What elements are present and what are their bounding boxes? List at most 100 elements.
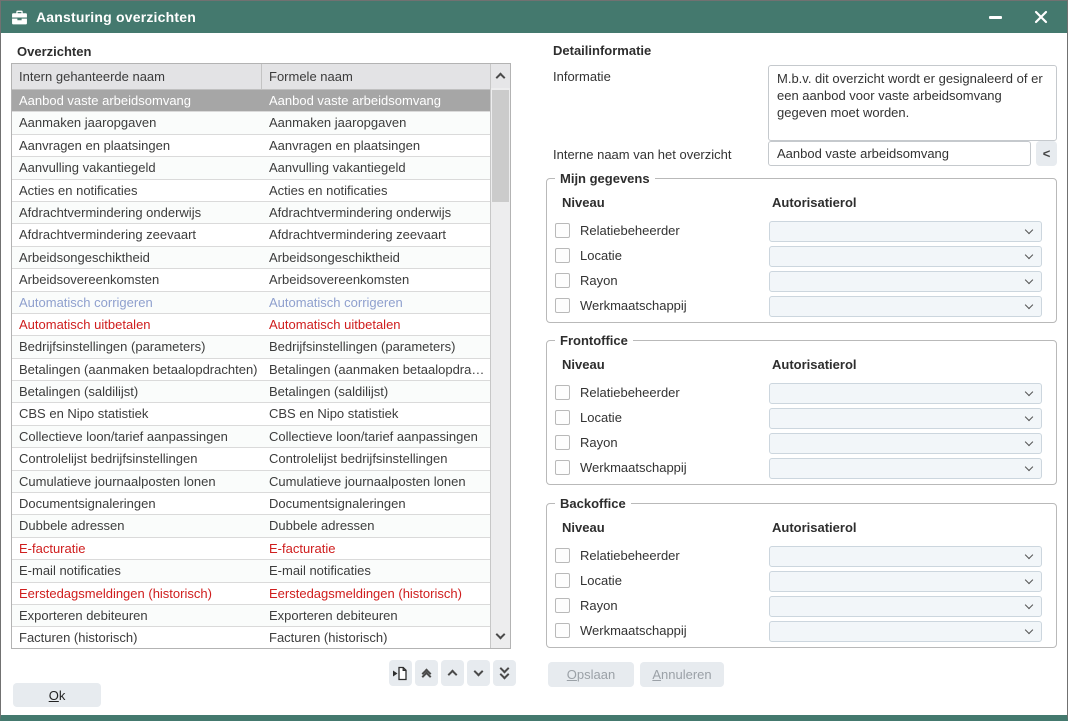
table-row[interactable]: DocumentsignaleringenDocumentsignalering… — [12, 493, 490, 515]
scrollbar-thumb[interactable] — [492, 90, 509, 202]
table-row[interactable]: ArbeidsovereenkomstenArbeidsovereenkomst… — [12, 269, 490, 291]
checkbox-rayon[interactable] — [555, 273, 570, 288]
table-row[interactable]: Controlelijst bedrijfsinstellingenContro… — [12, 448, 490, 470]
titlebar: Aansturing overzichten — [1, 1, 1067, 33]
move-bottom-button[interactable] — [493, 660, 516, 686]
niveau-label: Werkmaatschappij — [580, 298, 687, 313]
informatie-textarea[interactable]: M.b.v. dit overzicht wordt er gesignalee… — [768, 65, 1057, 141]
autorisatierol-dropdown-locatie[interactable] — [769, 408, 1042, 429]
table-cell: Betalingen (saldilijst) — [262, 381, 490, 402]
table-row[interactable]: Cumulatieve journaalposten lonenCumulati… — [12, 471, 490, 493]
autorisatierol-dropdown-relatiebeheerder[interactable] — [769, 383, 1042, 404]
autorisatierol-dropdown-locatie[interactable] — [769, 571, 1042, 592]
checkbox-relatiebeheerder[interactable] — [555, 548, 570, 563]
minimize-button[interactable] — [987, 9, 1003, 25]
table-cell: Dubbele adressen — [262, 515, 490, 536]
table-row[interactable]: Aanvragen en plaatsingenAanvragen en pla… — [12, 135, 490, 157]
autorisatierol-dropdown-relatiebeheerder[interactable] — [769, 546, 1042, 567]
table-row[interactable]: Automatisch corrigerenAutomatisch corrig… — [12, 292, 490, 314]
niveau-header: Niveau — [562, 195, 605, 210]
table-row[interactable]: Bedrijfsinstellingen (parameters)Bedrijf… — [12, 336, 490, 358]
niveau-label: Relatiebeheerder — [580, 385, 680, 400]
checkbox-locatie[interactable] — [555, 410, 570, 425]
window-title: Aansturing overzichten — [36, 9, 196, 25]
move-up-button[interactable] — [441, 660, 464, 686]
move-top-button[interactable] — [415, 660, 438, 686]
table-row[interactable]: E-mail notificatiesE-mail notificaties — [12, 560, 490, 582]
table-row[interactable]: Aanmaken jaaropgavenAanmaken jaaropgaven — [12, 112, 490, 134]
table-row[interactable]: Betalingen (saldilijst)Betalingen (saldi… — [12, 381, 490, 403]
minimize-icon — [989, 16, 1002, 19]
table-row[interactable]: ArbeidsongeschiktheidArbeidsongeschikthe… — [12, 247, 490, 269]
scroll-up-button[interactable] — [491, 64, 510, 88]
autorisatierol-dropdown-relatiebeheerder[interactable] — [769, 221, 1042, 242]
table-row[interactable]: Facturen (historisch)Facturen (historisc… — [12, 627, 490, 648]
lookup-button[interactable]: < — [1036, 141, 1057, 166]
column-header-formele-naam[interactable]: Formele naam — [262, 64, 490, 89]
autorisatierol-dropdown-rayon[interactable] — [769, 596, 1042, 617]
vertical-scrollbar[interactable] — [490, 64, 510, 648]
column-header-intern-naam[interactable]: Intern gehanteerde naam — [12, 64, 262, 89]
new-record-button[interactable] — [389, 660, 412, 686]
opslaan-button[interactable]: Opslaan — [548, 662, 634, 687]
checkbox-locatie[interactable] — [555, 573, 570, 588]
table-row[interactable]: Acties en notificatiesActies en notifica… — [12, 180, 490, 202]
checkbox-werkmaatschappij[interactable] — [555, 460, 570, 475]
autorisatierol-header: Autorisatierol — [772, 357, 857, 372]
overzichten-list-body: Aanbod vaste arbeidsomvangAanbod vaste a… — [12, 90, 490, 648]
scroll-down-button[interactable] — [491, 624, 510, 648]
record-navigation-toolbar — [389, 660, 516, 686]
checkbox-relatiebeheerder[interactable] — [555, 223, 570, 238]
table-cell: Documentsignaleringen — [262, 493, 490, 514]
interne-naam-input[interactable] — [768, 141, 1031, 166]
table-cell: Cumulatieve journaalposten lonen — [12, 471, 262, 492]
table-cell: Exporteren debiteuren — [262, 605, 490, 626]
table-cell: Afdrachtvermindering zeevaart — [262, 224, 490, 245]
checkbox-locatie[interactable] — [555, 248, 570, 263]
autorisatierol-header: Autorisatierol — [772, 195, 857, 210]
table-row[interactable]: Exporteren debiteurenExporteren debiteur… — [12, 605, 490, 627]
table-cell: Controlelijst bedrijfsinstellingen — [262, 448, 490, 469]
ok-button[interactable]: Ok — [13, 683, 101, 707]
table-row[interactable]: Dubbele adressenDubbele adressen — [12, 515, 490, 537]
table-cell: Aanvragen en plaatsingen — [262, 135, 490, 156]
chevron-down-icon — [1025, 251, 1033, 259]
table-cell: Aanvulling vakantiegeld — [12, 157, 262, 178]
table-row[interactable]: Aanbod vaste arbeidsomvangAanbod vaste a… — [12, 90, 490, 112]
checkbox-werkmaatschappij[interactable] — [555, 298, 570, 313]
autorisatierol-dropdown-werkmaatschappij[interactable] — [769, 621, 1042, 642]
table-cell: Automatisch corrigeren — [12, 292, 262, 313]
table-cell: Betalingen (saldilijst) — [12, 381, 262, 402]
autorisatierol-dropdown-rayon[interactable] — [769, 271, 1042, 292]
autorisatierol-dropdown-werkmaatschappij[interactable] — [769, 458, 1042, 479]
niveau-row: Werkmaatschappij — [547, 296, 1056, 318]
table-row[interactable]: Aanvulling vakantiegeldAanvulling vakant… — [12, 157, 490, 179]
checkbox-relatiebeheerder[interactable] — [555, 385, 570, 400]
table-row[interactable]: E-facturatieE-facturatie — [12, 538, 490, 560]
niveau-label: Relatiebeheerder — [580, 548, 680, 563]
annuleren-button[interactable]: Annuleren — [640, 662, 724, 687]
table-row[interactable]: Automatisch uitbetalenAutomatisch uitbet… — [12, 314, 490, 336]
table-row[interactable]: Eerstedagsmeldingen (historisch)Eersteda… — [12, 583, 490, 605]
table-row[interactable]: Afdrachtvermindering onderwijsAfdrachtve… — [12, 202, 490, 224]
checkbox-rayon[interactable] — [555, 435, 570, 450]
table-cell: Facturen (historisch) — [262, 627, 490, 648]
close-button[interactable] — [1033, 9, 1049, 25]
table-row[interactable]: CBS en Nipo statistiekCBS en Nipo statis… — [12, 403, 490, 425]
checkbox-rayon[interactable] — [555, 598, 570, 613]
move-down-button[interactable] — [467, 660, 490, 686]
chevron-down-icon — [500, 670, 510, 680]
checkbox-werkmaatschappij[interactable] — [555, 623, 570, 638]
niveau-row: Werkmaatschappij — [547, 621, 1056, 643]
autorisatierol-dropdown-rayon[interactable] — [769, 433, 1042, 454]
chevron-down-icon — [1025, 413, 1033, 421]
niveau-label: Locatie — [580, 410, 622, 425]
autorisatierol-dropdown-werkmaatschappij[interactable] — [769, 296, 1042, 317]
table-cell: Bedrijfsinstellingen (parameters) — [12, 336, 262, 357]
table-row[interactable]: Collectieve loon/tarief aanpassingenColl… — [12, 426, 490, 448]
table-cell: Arbeidsovereenkomsten — [12, 269, 262, 290]
autorisatierol-dropdown-locatie[interactable] — [769, 246, 1042, 267]
table-row[interactable]: Betalingen (aanmaken betaalopdrachten)Be… — [12, 359, 490, 381]
niveau-label: Relatiebeheerder — [580, 223, 680, 238]
table-row[interactable]: Afdrachtvermindering zeevaartAfdrachtver… — [12, 224, 490, 246]
